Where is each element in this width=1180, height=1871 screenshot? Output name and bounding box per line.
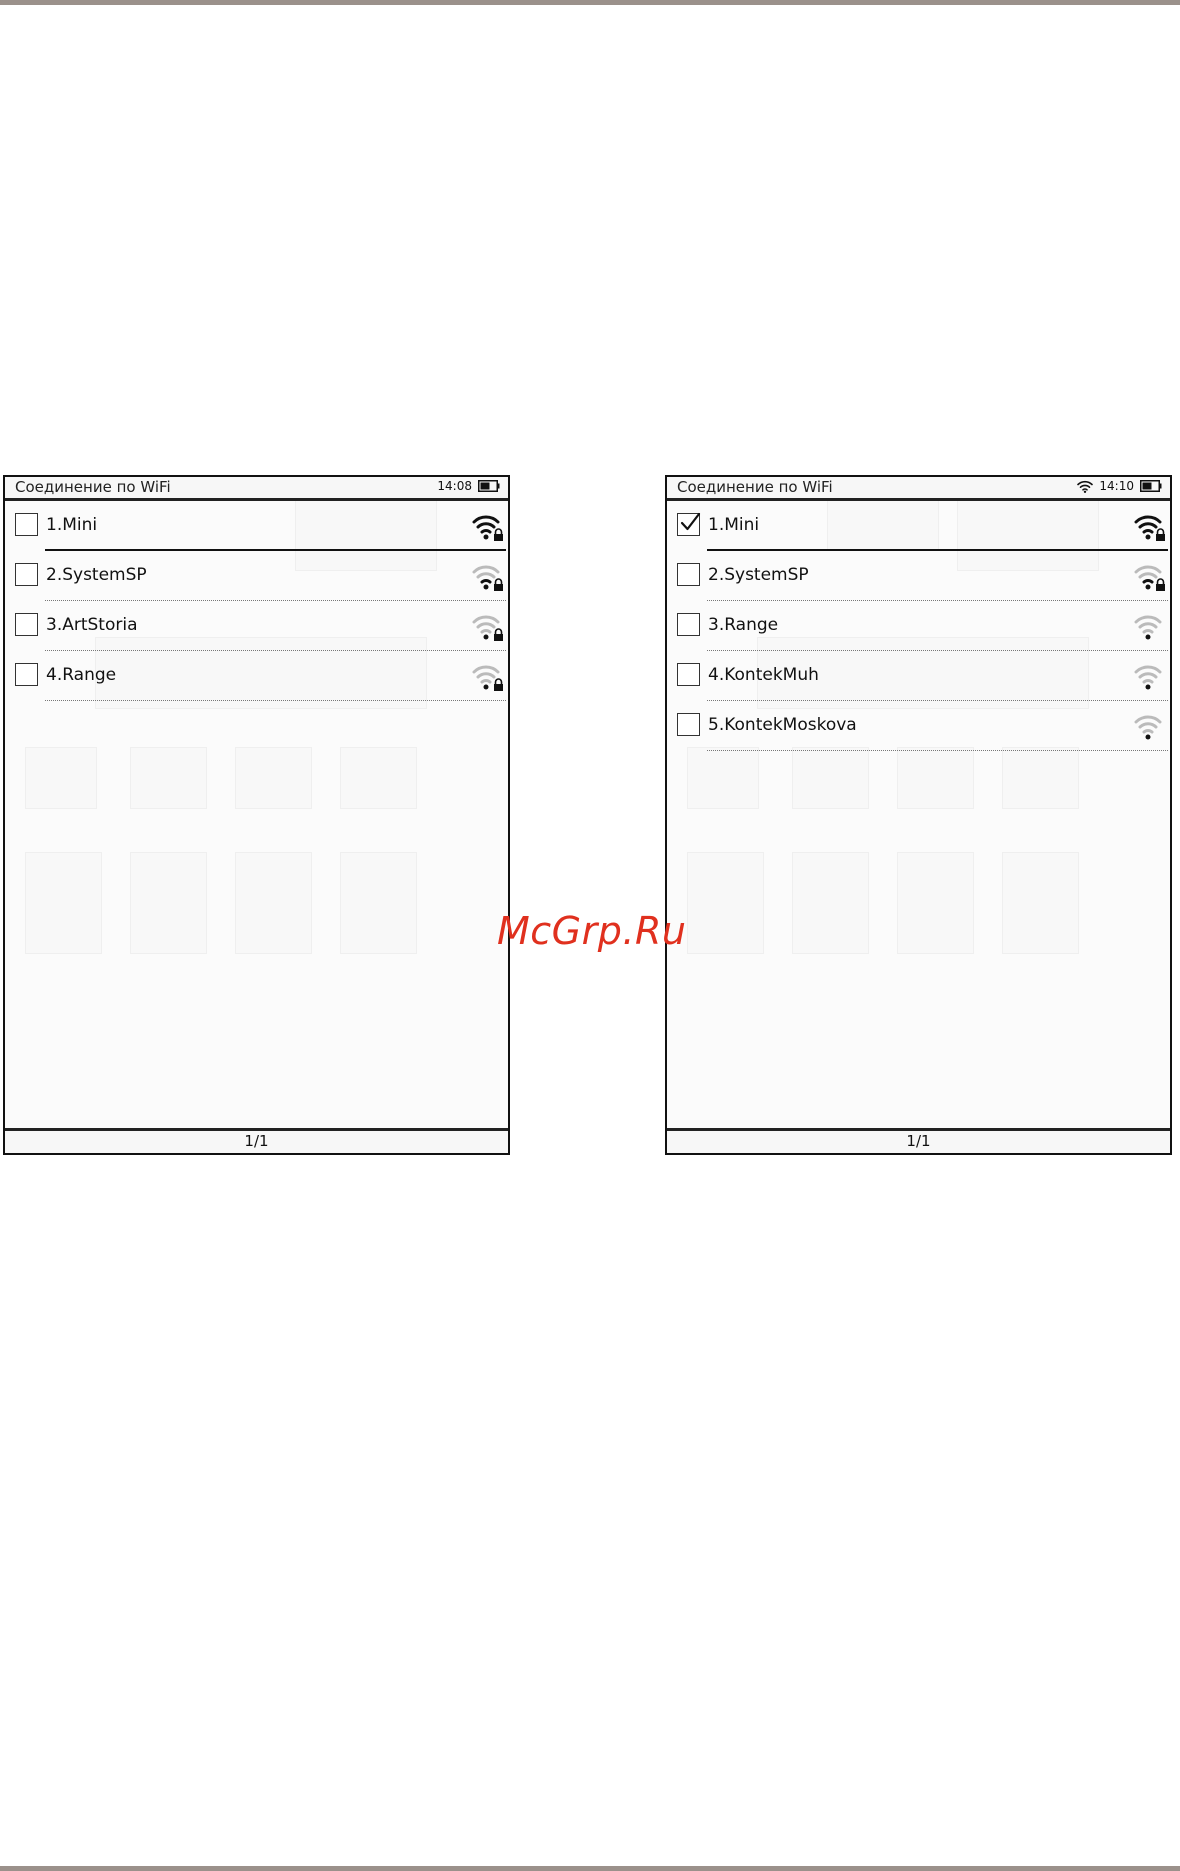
background-ghost bbox=[25, 852, 102, 954]
status-bar: Соединение по WiFi 14:08 bbox=[5, 477, 508, 501]
network-row-kontekmuh[interactable]: 4.KontekMuh bbox=[667, 651, 1170, 701]
wifi-screen-after: Соединение по WiFi 14:10 1.Mini 2.System… bbox=[665, 475, 1172, 1155]
status-time: 14:08 bbox=[437, 479, 472, 493]
network-name: 4.Range bbox=[46, 665, 117, 685]
wifi-connected-icon bbox=[1077, 480, 1094, 493]
status-indicators: 14:08 bbox=[437, 479, 500, 493]
network-list: 1.Mini 2.SystemSP bbox=[5, 501, 508, 701]
network-row-systemsp[interactable]: 2.SystemSP bbox=[667, 551, 1170, 601]
network-row-range[interactable]: 3.Range bbox=[667, 601, 1170, 651]
network-name: 2.SystemSP bbox=[46, 565, 147, 585]
background-ghost bbox=[1002, 747, 1079, 809]
network-checkbox-checked[interactable] bbox=[677, 512, 701, 536]
network-row-systemsp[interactable]: 2.SystemSP bbox=[5, 551, 508, 601]
network-name: 1.Mini bbox=[46, 515, 98, 535]
background-ghost bbox=[792, 747, 869, 809]
status-title: Соединение по WiFi bbox=[15, 478, 171, 496]
status-title: Соединение по WiFi bbox=[677, 478, 833, 496]
network-checkbox[interactable] bbox=[15, 663, 38, 686]
network-name: 1.Mini bbox=[708, 515, 760, 535]
watermark-text: McGrp.Ru bbox=[497, 909, 687, 953]
wifi-weak-locked-icon bbox=[472, 615, 503, 641]
pagination-bar: 1/1 bbox=[667, 1128, 1170, 1153]
background-ghost bbox=[340, 852, 417, 954]
status-indicators: 14:10 bbox=[1077, 479, 1162, 493]
network-row-range[interactable]: 4.Range bbox=[5, 651, 508, 701]
background-ghost bbox=[792, 852, 869, 954]
network-row-mini[interactable]: 1.Mini bbox=[667, 501, 1170, 551]
network-row-mini[interactable]: 1.Mini bbox=[5, 501, 508, 551]
network-checkbox[interactable] bbox=[15, 563, 38, 586]
network-checkbox[interactable] bbox=[677, 613, 700, 636]
wifi-weak-locked-icon bbox=[472, 565, 503, 591]
wifi-strong-locked-icon bbox=[472, 515, 503, 541]
background-ghost bbox=[1002, 852, 1079, 954]
wifi-strong-locked-icon bbox=[1134, 515, 1165, 541]
network-checkbox[interactable] bbox=[677, 563, 700, 586]
network-row-artstoria[interactable]: 3.ArtStoria bbox=[5, 601, 508, 651]
battery-icon bbox=[478, 480, 500, 492]
network-name: 2.SystemSP bbox=[708, 565, 809, 585]
background-ghost bbox=[25, 747, 97, 809]
wifi-weak-locked-icon bbox=[1134, 565, 1165, 591]
network-name: 3.ArtStoria bbox=[46, 615, 138, 635]
page-top-rule bbox=[0, 0, 1180, 5]
wifi-weak-icon bbox=[1134, 715, 1162, 740]
background-ghost bbox=[687, 747, 759, 809]
network-list: 1.Mini 2.SystemSP bbox=[667, 501, 1170, 751]
wifi-screen-before: Соединение по WiFi 14:08 1.Mini 2.System… bbox=[3, 475, 510, 1155]
background-ghost bbox=[687, 852, 764, 954]
network-checkbox[interactable] bbox=[677, 663, 700, 686]
background-ghost bbox=[130, 747, 207, 809]
row-divider bbox=[45, 700, 506, 701]
network-name: 4.KontekMuh bbox=[708, 665, 819, 685]
network-name: 3.Range bbox=[708, 615, 779, 635]
wifi-weak-locked-icon bbox=[472, 665, 503, 691]
network-checkbox[interactable] bbox=[15, 513, 38, 536]
pagination-bar: 1/1 bbox=[5, 1128, 508, 1153]
network-name: 5.KontekMoskova bbox=[708, 715, 857, 735]
background-ghost bbox=[235, 747, 312, 809]
wifi-weak-icon bbox=[1134, 665, 1162, 690]
status-bar: Соединение по WiFi 14:10 bbox=[667, 477, 1170, 501]
checkmark-icon bbox=[680, 512, 701, 531]
page-indicator: 1/1 bbox=[244, 1132, 269, 1150]
battery-icon bbox=[1140, 480, 1162, 492]
page-bottom-rule bbox=[0, 1866, 1180, 1871]
network-checkbox[interactable] bbox=[15, 613, 38, 636]
row-divider bbox=[707, 750, 1168, 751]
wifi-weak-icon bbox=[1134, 615, 1162, 640]
network-checkbox[interactable] bbox=[677, 713, 700, 736]
background-ghost bbox=[340, 747, 417, 809]
status-time: 14:10 bbox=[1099, 479, 1134, 493]
background-ghost bbox=[897, 852, 974, 954]
background-ghost bbox=[235, 852, 312, 954]
network-row-kontekmoskova[interactable]: 5.KontekMoskova bbox=[667, 701, 1170, 751]
background-ghost bbox=[897, 747, 974, 809]
page-indicator: 1/1 bbox=[906, 1132, 931, 1150]
background-ghost bbox=[130, 852, 207, 954]
